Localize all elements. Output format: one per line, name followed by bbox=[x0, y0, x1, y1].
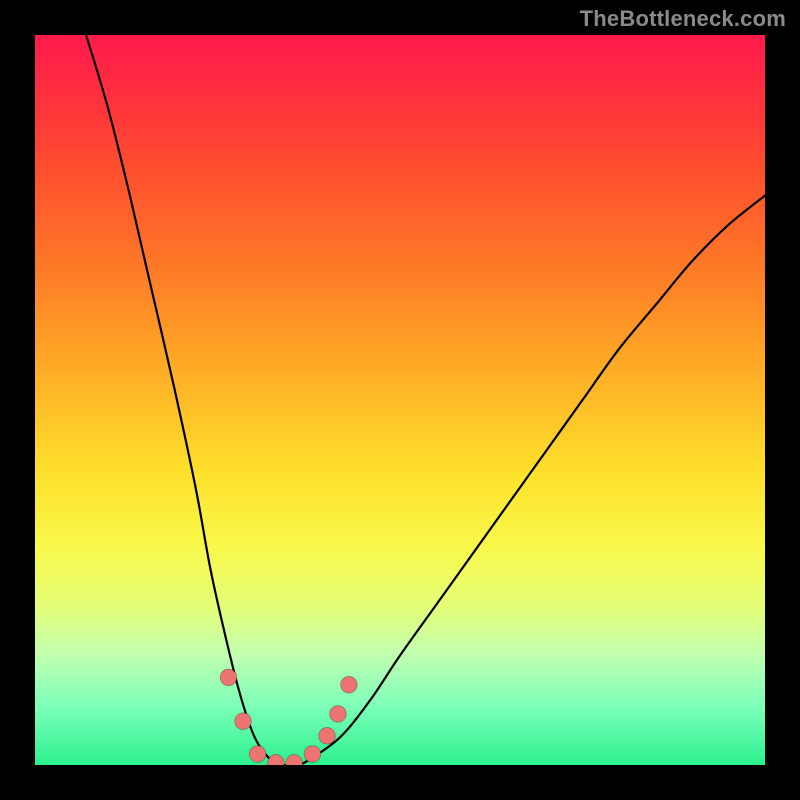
curve-marker bbox=[249, 746, 266, 763]
curve-marker bbox=[330, 706, 347, 723]
curve-marker bbox=[235, 713, 252, 730]
curve-marker bbox=[341, 676, 358, 693]
watermark-text: TheBottleneck.com bbox=[580, 6, 786, 32]
curve-marker bbox=[319, 728, 336, 745]
bottleneck-curve bbox=[86, 35, 765, 765]
chart-plot-area bbox=[35, 35, 765, 765]
curve-marker bbox=[268, 755, 285, 765]
curve-marker bbox=[220, 669, 237, 686]
curve-marker bbox=[304, 746, 321, 763]
curve-marker bbox=[286, 755, 303, 765]
curve-markers bbox=[220, 669, 357, 765]
bottleneck-curve-svg bbox=[35, 35, 765, 765]
chart-frame: TheBottleneck.com bbox=[0, 0, 800, 800]
